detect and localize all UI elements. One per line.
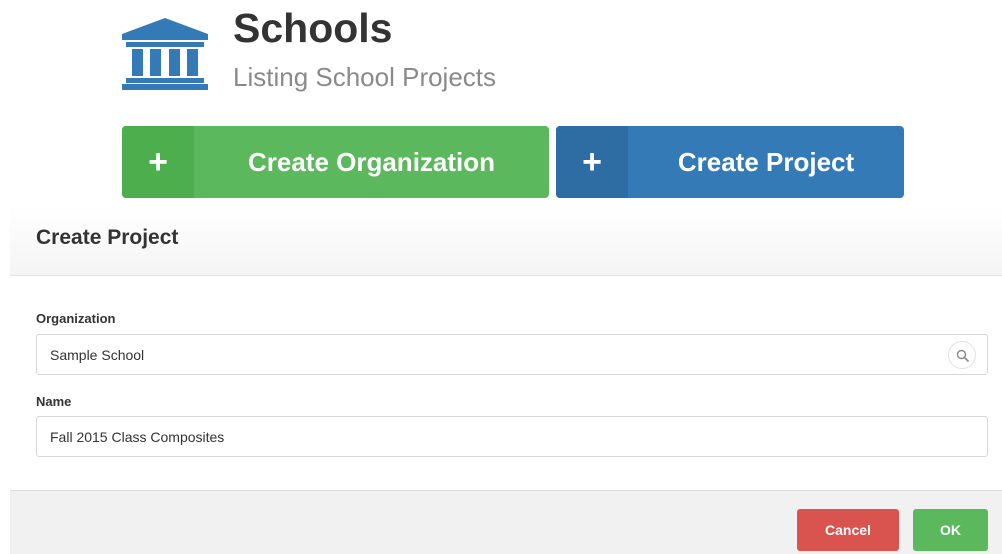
create-project-button[interactable]: + Create Project: [556, 126, 904, 198]
organization-search-button[interactable]: [948, 341, 976, 369]
create-project-label: Create Project: [677, 146, 855, 177]
page-subtitle: Listing School Projects: [233, 62, 497, 92]
page-title: Schools: [233, 5, 393, 51]
bank-building-icon: [122, 18, 208, 90]
modal-header: Create Project: [10, 206, 1002, 276]
plus-icon: +: [556, 126, 628, 198]
name-input[interactable]: [36, 416, 988, 457]
organization-input[interactable]: [36, 334, 988, 375]
plus-icon: +: [122, 126, 194, 198]
create-organization-button[interactable]: + Create Organization: [122, 126, 549, 198]
cancel-button[interactable]: Cancel: [797, 509, 899, 551]
create-organization-label: Create Organization: [247, 146, 496, 177]
page: Schools Listing School Projects + Create…: [0, 0, 1002, 554]
organization-label: Organization: [36, 311, 116, 326]
ok-button[interactable]: OK: [913, 509, 988, 551]
search-icon: [956, 349, 969, 362]
name-label: Name: [36, 394, 72, 409]
modal-title: Create Project: [36, 226, 179, 249]
